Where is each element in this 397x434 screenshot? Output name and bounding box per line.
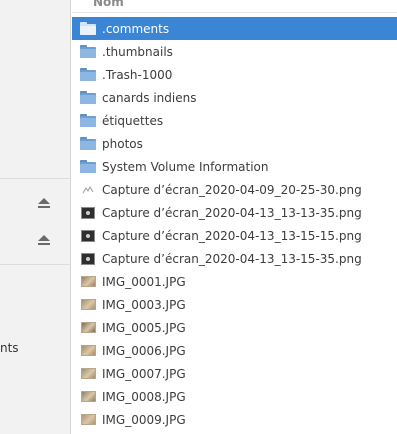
file-row[interactable]: IMG_0003.JPG	[72, 293, 397, 316]
sidebar-divider	[0, 178, 71, 179]
folder-row[interactable]: photos	[72, 132, 397, 155]
photo-thumbnail-icon	[80, 298, 96, 312]
sidebar-item-label[interactable]: nts	[0, 341, 19, 355]
file-name: canards indiens	[102, 90, 197, 105]
file-name: IMG_0005.JPG	[102, 320, 186, 335]
file-row[interactable]: Capture d’écran_2020-04-13_13-15-15.png	[72, 224, 397, 247]
folder-icon	[80, 114, 96, 127]
folder-icon	[80, 91, 96, 104]
image-icon	[80, 183, 96, 197]
file-name: .comments	[102, 21, 170, 36]
screenshot-icon	[80, 229, 96, 243]
file-row[interactable]: IMG_0005.JPG	[72, 316, 397, 339]
folder-icon	[80, 22, 96, 35]
folder-row[interactable]: .Trash-1000	[72, 63, 397, 86]
sidebar-divider	[0, 264, 71, 265]
file-row[interactable]: IMG_0006.JPG	[72, 339, 397, 362]
photo-thumbnail-icon	[80, 367, 96, 381]
folder-icon	[80, 137, 96, 150]
screenshot-icon	[80, 206, 96, 220]
file-name: IMG_0006.JPG	[102, 343, 186, 358]
file-name: Capture d’écran_2020-04-09_20-25-30.png	[102, 182, 362, 197]
file-name: Capture d’écran_2020-04-13_13-15-35.png	[102, 251, 362, 266]
photo-thumbnail-icon	[80, 390, 96, 404]
file-name: IMG_0001.JPG	[102, 274, 186, 289]
eject-icon[interactable]	[37, 198, 50, 210]
file-name: Capture d’écran_2020-04-13_13-15-15.png	[102, 228, 362, 243]
column-header-name[interactable]: Nom	[72, 0, 397, 13]
file-name: étiquettes	[102, 113, 164, 128]
folder-row[interactable]: canards indiens	[72, 86, 397, 109]
file-row[interactable]: Capture d’écran_2020-04-09_20-25-30.png	[72, 178, 397, 201]
screenshot-icon	[80, 252, 96, 266]
folder-icon	[80, 68, 96, 81]
file-row[interactable]: IMG_0009.JPG	[72, 408, 397, 431]
file-name: IMG_0009.JPG	[102, 412, 186, 427]
photo-thumbnail-icon	[80, 321, 96, 335]
file-name: .Trash-1000	[102, 67, 173, 82]
file-list: .comments .thumbnails .Trash-1000 canards i…	[72, 17, 397, 431]
folder-row[interactable]: .thumbnails	[72, 40, 397, 63]
file-name: IMG_0008.JPG	[102, 389, 186, 404]
folder-row[interactable]: étiquettes	[72, 109, 397, 132]
file-name: IMG_0003.JPG	[102, 297, 186, 312]
folder-icon	[80, 45, 96, 58]
file-row[interactable]: IMG_0001.JPG	[72, 270, 397, 293]
file-name: .thumbnails	[102, 44, 173, 59]
eject-icon[interactable]	[37, 235, 50, 247]
photo-thumbnail-icon	[80, 275, 96, 289]
file-row[interactable]: IMG_0007.JPG	[72, 362, 397, 385]
file-row[interactable]: Capture d’écran_2020-04-13_13-15-35.png	[72, 247, 397, 270]
folder-row[interactable]: System Volume Information	[72, 155, 397, 178]
places-sidebar: nts	[0, 0, 71, 434]
column-header-label: Nom	[93, 0, 124, 9]
photo-thumbnail-icon	[80, 413, 96, 427]
file-row[interactable]: Capture d’écran_2020-04-13_13-13-35.png	[72, 201, 397, 224]
file-name: System Volume Information	[102, 159, 269, 174]
file-name: Capture d’écran_2020-04-13_13-13-35.png	[102, 205, 362, 220]
file-name: IMG_0007.JPG	[102, 366, 186, 381]
photo-thumbnail-icon	[80, 344, 96, 358]
folder-row[interactable]: .comments	[72, 17, 397, 40]
file-name: photos	[102, 136, 143, 151]
file-row[interactable]: IMG_0008.JPG	[72, 385, 397, 408]
folder-icon	[80, 160, 96, 173]
